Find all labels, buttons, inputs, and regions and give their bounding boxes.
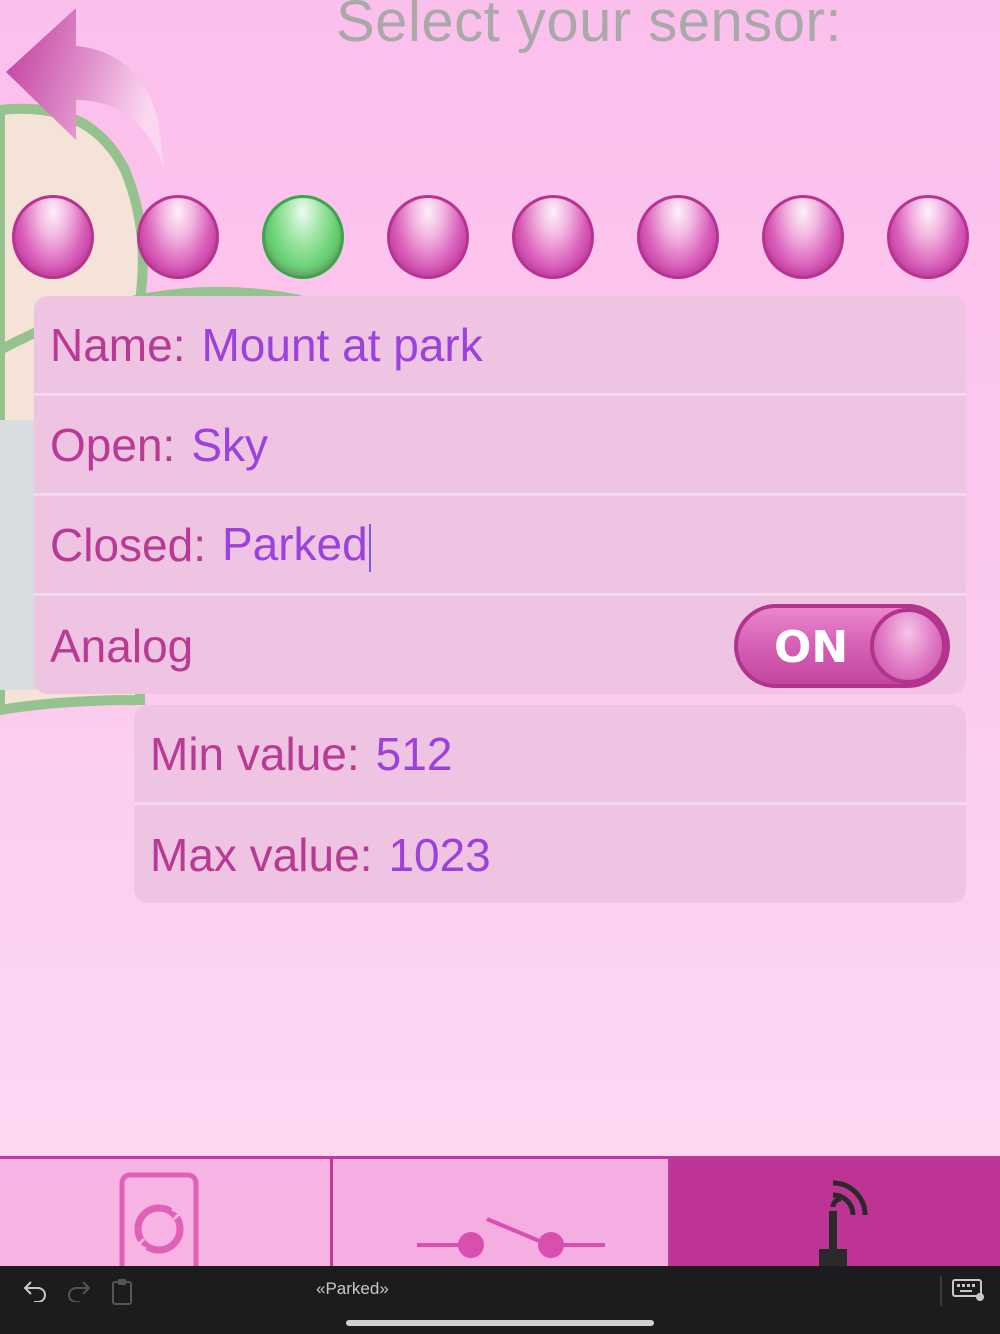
analog-label: Analog xyxy=(50,620,194,672)
page-title: Select your sensor: xyxy=(336,0,842,54)
min-value-label: Min value: xyxy=(150,727,360,780)
tab-bar xyxy=(0,1156,1000,1271)
back-button[interactable] xyxy=(0,0,180,180)
max-value-row[interactable]: Max value: 1023 xyxy=(134,805,966,903)
sensor-7-button[interactable] xyxy=(762,195,844,279)
name-field[interactable]: Mount at park xyxy=(201,318,482,372)
closed-label: Closed: xyxy=(50,518,206,571)
home-indicator xyxy=(346,1320,654,1326)
analog-settings-card: Min value: 512 Max value: 1023 xyxy=(134,705,966,903)
open-label: Open: xyxy=(50,418,176,471)
undo-icon[interactable] xyxy=(22,1278,48,1302)
sensor-settings-card: Name: Mount at park Open: Sky Closed: Pa… xyxy=(34,296,966,694)
toggle-knob xyxy=(870,608,946,684)
redo-icon[interactable] xyxy=(66,1278,92,1302)
name-label: Name: xyxy=(50,318,186,371)
switch-icon xyxy=(417,1217,605,1258)
divider xyxy=(940,1276,942,1306)
sensor-3-button-selected[interactable] xyxy=(262,195,344,279)
keyboard-icon[interactable] xyxy=(952,1278,986,1302)
sensor-8-button[interactable] xyxy=(887,195,969,279)
min-value-row[interactable]: Min value: 512 xyxy=(134,705,966,805)
analog-toggle[interactable]: ON xyxy=(734,604,950,688)
sensor-5-button[interactable] xyxy=(512,195,594,279)
open-field[interactable]: Sky xyxy=(191,418,268,472)
open-row[interactable]: Open: Sky xyxy=(34,396,966,496)
text-cursor xyxy=(368,523,371,572)
paste-icon[interactable] xyxy=(110,1278,134,1306)
closed-row[interactable]: Closed: Parked xyxy=(34,496,966,596)
back-arrow-icon xyxy=(6,8,164,168)
tab-wireless[interactable] xyxy=(671,1159,1000,1269)
closed-field-text: Parked xyxy=(221,518,368,571)
min-value-field[interactable]: 512 xyxy=(376,727,453,781)
name-row[interactable]: Name: Mount at park xyxy=(34,296,966,396)
toggle-state-text: ON xyxy=(774,622,849,673)
analog-row: Analog ON xyxy=(34,596,966,694)
antenna-signal-icon xyxy=(819,1180,868,1269)
max-value-field[interactable]: 1023 xyxy=(388,828,490,882)
sensor-2-button[interactable] xyxy=(137,195,219,279)
closed-field[interactable]: Parked xyxy=(222,517,371,572)
device-sync-icon xyxy=(119,1172,199,1271)
sensor-4-button[interactable] xyxy=(387,195,469,279)
sensor-selector xyxy=(0,192,1000,282)
max-value-label: Max value: xyxy=(150,829,373,881)
sensor-1-button[interactable] xyxy=(12,195,94,279)
sensor-6-button[interactable] xyxy=(637,195,719,279)
tab-device[interactable] xyxy=(0,1159,333,1271)
autocorrect-suggestion[interactable]: «Parked» xyxy=(316,1279,389,1299)
tab-switch[interactable] xyxy=(333,1159,671,1269)
